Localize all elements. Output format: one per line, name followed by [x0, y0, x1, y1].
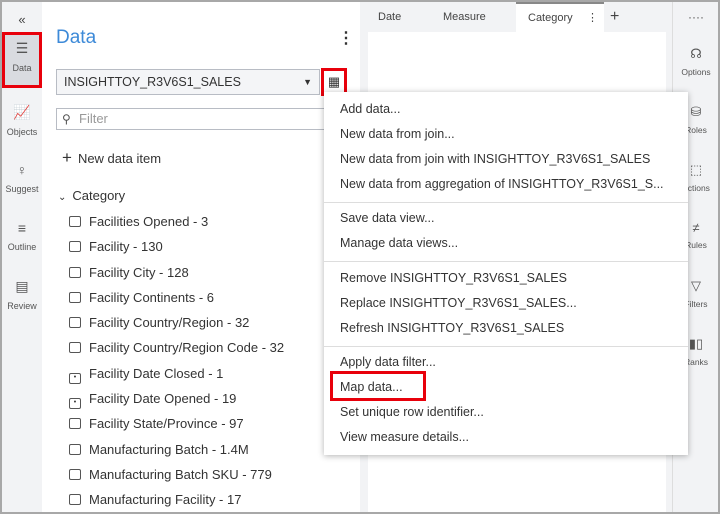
rail-item-outline[interactable]: ≡ Outline — [2, 212, 42, 268]
data-source-select[interactable]: INSIGHTTOY_R3V6S1_SALES ▼ — [56, 69, 320, 95]
tab-menu-icon[interactable]: ⋮ — [587, 4, 598, 32]
menu-item-new-from-aggregation[interactable]: New data from aggregation of INSIGHTTOY_… — [340, 177, 664, 191]
menu-item-apply-filter[interactable]: Apply data filter... — [340, 355, 436, 369]
list-item[interactable]: Facility State/Province - 97 — [69, 415, 284, 440]
chart-icon: 📈 — [13, 104, 31, 120]
new-data-item-label: New data item — [77, 151, 162, 166]
data-source-menu: Add data... New data from join... New da… — [324, 92, 688, 455]
search-icon: ⚲ — [62, 112, 71, 126]
filter-input[interactable]: ⚲ Filter — [56, 108, 346, 130]
item-label: Facility - 130 — [89, 239, 163, 255]
list-item[interactable]: • Facility Date Closed - 1 — [69, 365, 284, 390]
menu-item-refresh[interactable]: Refresh INSIGHTTOY_R3V6S1_SALES — [340, 321, 564, 335]
left-rail: « ☰ Data 📈 Objects ♀ Suggest ≡ Outline ▤ Revi… — [2, 2, 42, 512]
list-item[interactable]: Facility - 130 — [69, 238, 284, 263]
rail-label: Review — [7, 301, 37, 311]
item-label: Manufacturing Batch SKU - 779 — [89, 466, 272, 482]
item-label: Manufacturing Facility - 17 — [89, 492, 242, 508]
item-label: Facility Country/Region - 32 — [89, 315, 250, 331]
item-label: Facility Date Opened - 19 — [89, 391, 237, 407]
table-icon: ▦ — [327, 74, 341, 89]
rail-item-review[interactable]: ▤ Review — [2, 270, 42, 326]
menu-separator — [324, 261, 688, 262]
data-source-value: INSIGHTTOY_R3V6S1_SALES — [64, 75, 241, 89]
category-icon — [69, 418, 81, 430]
rail-item-options[interactable]: ☊ Options — [673, 46, 719, 77]
category-icon — [69, 443, 81, 455]
list-item[interactable]: Facility Country/Region Code - 32 — [69, 339, 284, 364]
rail-item-objects[interactable]: 📈 Objects — [2, 96, 42, 152]
category-icon — [69, 266, 81, 278]
list-item[interactable]: Facility City - 128 — [69, 264, 284, 289]
new-data-item-button[interactable]: + New data item — [62, 148, 161, 168]
calculated-icon — [69, 216, 81, 227]
add-page-icon[interactable]: + — [610, 2, 619, 32]
item-label: Facility City - 128 — [89, 264, 189, 280]
calendar-icon: • — [69, 398, 81, 410]
list-item[interactable]: Manufacturing Batch - 1.4M — [69, 441, 284, 466]
category-icon — [69, 241, 81, 253]
tab-date[interactable]: Date — [378, 2, 401, 32]
menu-item-remove[interactable]: Remove INSIGHTTOY_R3V6S1_SALES — [340, 271, 567, 285]
item-label: Facility Continents - 6 — [89, 289, 214, 305]
item-label: Facility State/Province - 97 — [89, 416, 244, 432]
menu-item-replace[interactable]: Replace INSIGHTTOY_R3V6S1_SALES... — [340, 296, 577, 310]
data-panel: Data ⋮ INSIGHTTOY_R3V6S1_SALES ▼ ▦ ⚲ Filte… — [42, 2, 360, 512]
list-item[interactable]: Manufacturing Batch SKU - 779 — [69, 466, 284, 491]
list-item[interactable]: Facilities Opened - 3 — [69, 213, 284, 238]
menu-item-new-from-join[interactable]: New data from join... — [340, 127, 455, 141]
menu-item-manage-data-views[interactable]: Manage data views... — [340, 236, 458, 250]
plus-icon: + — [62, 148, 72, 167]
more-icon[interactable]: ···· — [673, 10, 719, 24]
collapse-icon[interactable]: « — [2, 12, 42, 27]
list-item[interactable]: Facility Continents - 6 — [69, 289, 284, 314]
tab-label: Category — [528, 12, 573, 24]
list-item[interactable]: Facility Country/Region - 32 — [69, 314, 284, 339]
menu-item-add-data[interactable]: Add data... — [340, 102, 400, 116]
category-icon — [69, 291, 81, 303]
list-item[interactable]: Manufacturing Facility - 17 — [69, 491, 284, 516]
category-group-header[interactable]: ⌄ Category — [58, 188, 125, 203]
tab-measure[interactable]: Measure — [443, 2, 486, 32]
menu-item-view-measure-details[interactable]: View measure details... — [340, 430, 469, 444]
filter-placeholder: Filter — [79, 111, 108, 126]
item-label: Facility Date Closed - 1 — [89, 365, 224, 381]
chevron-down-icon: ▼ — [303, 77, 312, 87]
category-icon — [69, 342, 81, 354]
category-icon — [69, 317, 81, 329]
chevron-down-icon: ⌄ — [58, 192, 67, 203]
category-label: Category — [72, 188, 126, 203]
tab-category[interactable]: Category ⋮ — [516, 2, 604, 32]
rail-item-suggest[interactable]: ♀ Suggest — [2, 154, 42, 210]
menu-item-map-data[interactable]: Map data... — [340, 380, 403, 394]
rail-item-data[interactable]: ☰ Data — [2, 32, 42, 88]
rail-label: Options — [681, 67, 711, 77]
data-item-list: Facilities Opened - 3 Facility - 130 Fac… — [69, 213, 284, 517]
rail-label: Suggest — [5, 184, 39, 194]
category-icon — [69, 494, 81, 506]
menu-separator — [324, 346, 688, 347]
item-label: Facility Country/Region Code - 32 — [89, 340, 285, 356]
more-options-icon[interactable]: ⋮ — [338, 28, 354, 48]
list-icon: ≡ — [17, 220, 27, 236]
page-title: Data — [56, 27, 97, 48]
rail-label: Outline — [7, 242, 37, 252]
menu-item-new-from-join-with[interactable]: New data from join with INSIGHTTOY_R3V6S… — [340, 152, 650, 166]
menu-item-save-data-view[interactable]: Save data view... — [340, 211, 435, 225]
lightbulb-icon: ♀ — [16, 162, 28, 178]
calendar-icon: • — [69, 372, 81, 384]
palette-icon: ☊ — [690, 46, 702, 61]
database-icon: ☰ — [15, 40, 29, 56]
item-label: Manufacturing Batch - 1.4M — [89, 441, 249, 457]
rail-label: Objects — [6, 127, 38, 137]
item-label: Facilities Opened - 3 — [89, 214, 209, 229]
menu-item-set-unique-row-id[interactable]: Set unique row identifier... — [340, 405, 484, 419]
category-icon — [69, 468, 81, 480]
review-icon: ▤ — [15, 278, 29, 294]
rail-label: Roles — [685, 125, 707, 135]
rail-label: Data — [12, 63, 32, 73]
list-item[interactable]: • Facility Date Opened - 19 — [69, 390, 284, 415]
rail-label: Rules — [685, 240, 707, 250]
menu-separator — [324, 202, 688, 203]
